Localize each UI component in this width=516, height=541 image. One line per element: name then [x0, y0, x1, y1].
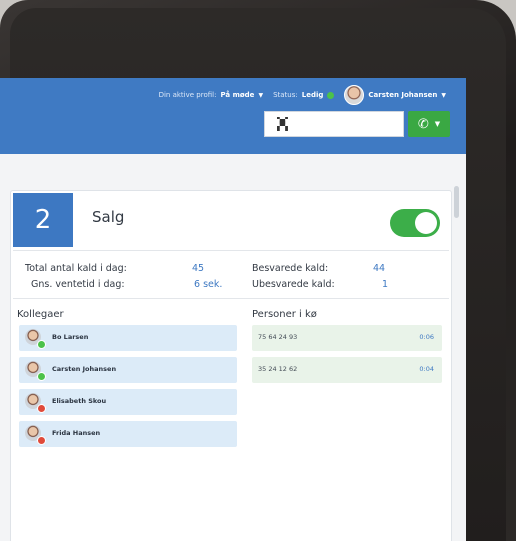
colleagues-title: Kollegaer [17, 309, 64, 320]
queue-caller-item[interactable]: 35 24 12 62 0:04 [252, 357, 442, 383]
answered-value: 44 [373, 263, 386, 274]
queue-name: Salg [92, 208, 125, 226]
profile-dropdown[interactable]: På møde [220, 91, 254, 99]
user-menu[interactable]: Carsten Johansen [368, 91, 437, 99]
dial-input[interactable]: ▚▞ ▞▚ [264, 111, 404, 137]
colleague-item[interactable]: Bo Larsen [19, 325, 237, 351]
colleague-item[interactable]: Elisabeth Skou [19, 389, 237, 415]
phone-icon: ✆ [417, 116, 429, 132]
queue-caller-item[interactable]: 75 64 24 93 0:06 [252, 325, 442, 351]
profile-label: Din aktive profil: [158, 91, 217, 99]
status-dot-icon [37, 404, 46, 413]
toggle-knob [415, 212, 437, 234]
colleague-item[interactable]: Carsten Johansen [19, 357, 237, 383]
colleague-name: Bo Larsen [52, 333, 89, 341]
scrollbar[interactable] [454, 186, 459, 218]
call-button[interactable]: ✆ ▼ [408, 111, 450, 137]
queue-toggle[interactable] [390, 209, 440, 237]
caller-number: 75 64 24 93 [258, 333, 298, 341]
unanswered-label: Ubesvarede kald: [252, 279, 335, 290]
divider [13, 298, 449, 299]
caller-wait-time: 0:04 [419, 365, 434, 373]
unanswered-value: 1 [382, 279, 389, 290]
qr-code-icon[interactable]: ▚▞ ▞▚ [277, 117, 289, 131]
colleague-name: Frida Hansen [52, 429, 101, 437]
queue-panel: 2 Salg Total antal kald i dag: 45 Gns. v… [10, 190, 452, 541]
queue-persons-title: Personer i kø [252, 309, 317, 320]
colleague-item[interactable]: Frida Hansen [19, 421, 237, 447]
avg-wait-value: 6 sek. [194, 279, 223, 290]
queue-number: 2 [13, 193, 73, 247]
app-screen: Din aktive profil: På møde ▼ Status: Led… [0, 78, 466, 541]
user-chevron-down-icon[interactable]: ▼ [441, 92, 446, 99]
caller-number: 35 24 12 62 [258, 365, 298, 373]
status-dot-icon [37, 340, 46, 349]
total-calls-value: 45 [192, 263, 205, 274]
user-avatar[interactable] [344, 85, 365, 105]
caller-wait-time: 0:06 [419, 333, 434, 341]
colleague-name: Elisabeth Skou [52, 397, 107, 405]
status-label: Status: [273, 91, 298, 99]
status-dot-icon [37, 436, 46, 445]
status-dot-icon [37, 372, 46, 381]
total-calls-label: Total antal kald i dag: [25, 263, 127, 274]
answered-label: Besvarede kald: [252, 263, 329, 274]
colleague-name: Carsten Johansen [52, 365, 117, 373]
profile-chevron-down-icon[interactable]: ▼ [258, 92, 263, 99]
status-available-icon [327, 91, 335, 99]
avg-wait-label: Gns. ventetid i dag: [31, 279, 125, 290]
call-chevron-down-icon[interactable]: ▼ [435, 120, 440, 128]
top-bar: Din aktive profil: På møde ▼ Status: Led… [0, 78, 466, 154]
status-line: Din aktive profil: På møde ▼ Status: Led… [159, 85, 452, 105]
status-value[interactable]: Ledig [302, 91, 324, 99]
divider [13, 250, 449, 251]
